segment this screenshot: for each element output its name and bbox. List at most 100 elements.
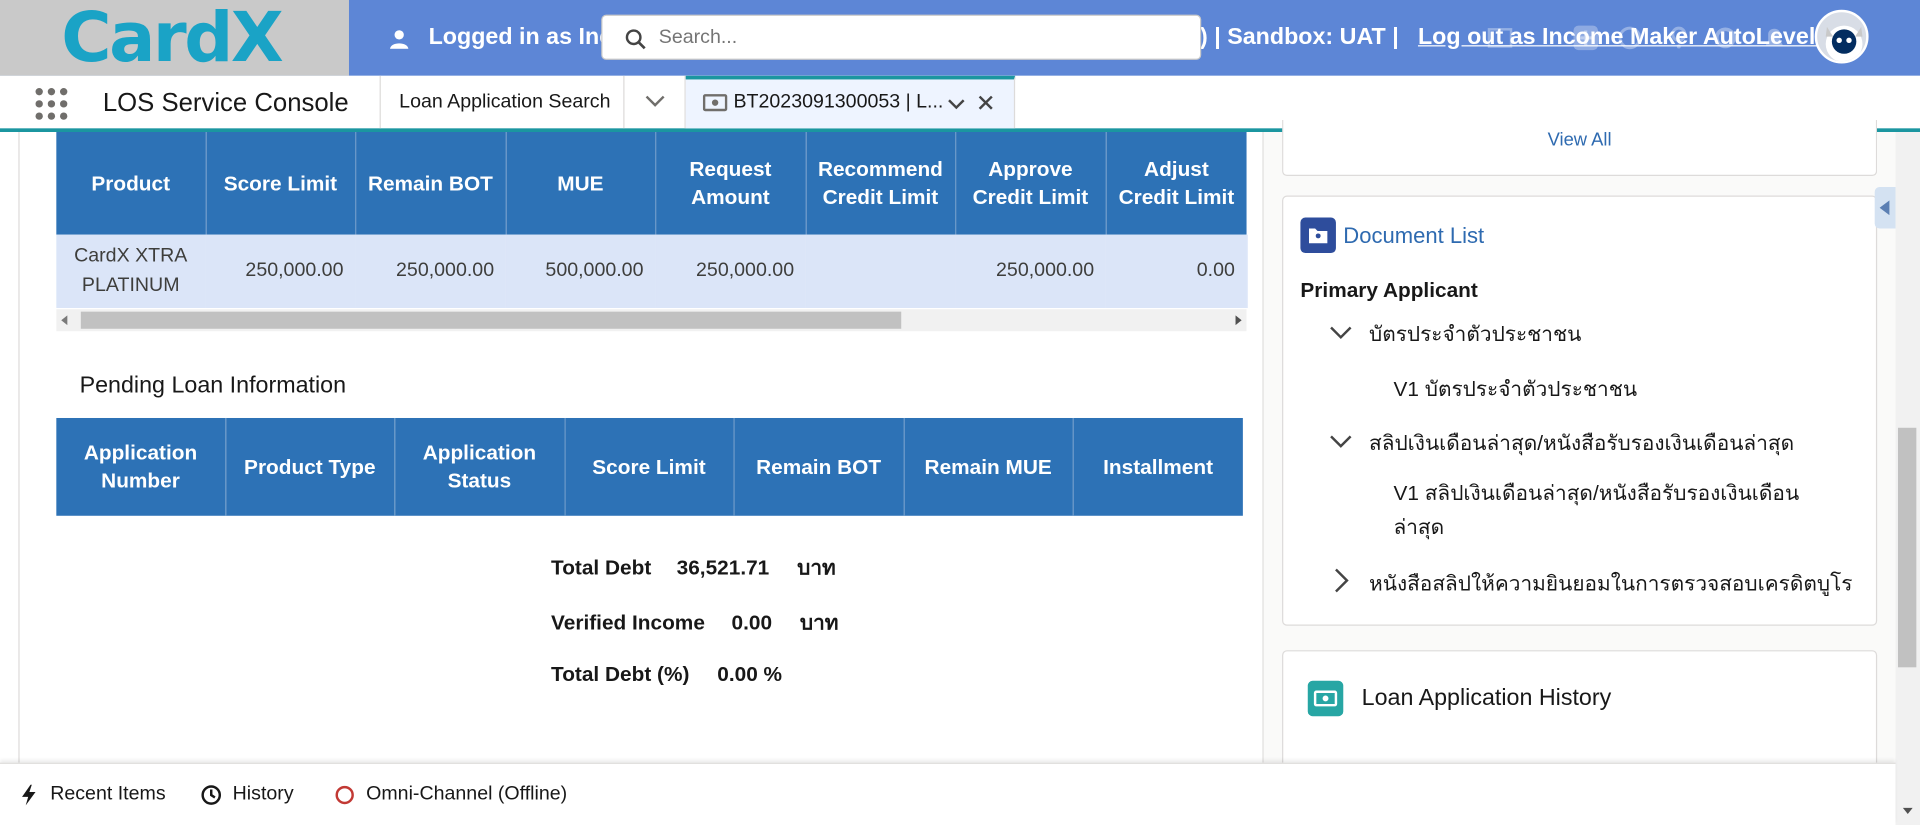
table-row: CardX XTRA PLATINUM 250,000.00 250,000.0… — [56, 234, 1248, 308]
loan-application-history-title[interactable]: Loan Application History — [1362, 686, 1612, 713]
column-header[interactable]: Score Limit — [205, 131, 356, 235]
product-cell: CardX XTRA PLATINUM — [56, 234, 207, 308]
total-debt-pct-label: Total Debt (%) — [551, 662, 690, 686]
document-list-card: Document List Primary Applicant บัตรประจ… — [1282, 195, 1878, 626]
global-header: CardX Logged in as Inc ) | Sandbox: UAT … — [0, 0, 1920, 76]
nav-menu-dropdown[interactable] — [624, 75, 686, 129]
total-debt-row: Total Debt 36,521.71 บาท — [551, 551, 836, 584]
scrollbar-thumb[interactable] — [1897, 427, 1917, 668]
astro-avatar-icon — [1825, 25, 1863, 62]
verified-income-label: Verified Income — [551, 611, 705, 635]
table-header-row: Application Number Product Type Applicat… — [56, 417, 1243, 516]
global-search[interactable] — [601, 14, 1202, 60]
primary-applicant-heading: Primary Applicant — [1300, 278, 1478, 302]
related-list-card: View All — [1282, 119, 1878, 176]
column-header[interactable]: Approve Credit Limit — [955, 131, 1107, 235]
user-icon — [390, 30, 409, 49]
horizontal-scrollbar[interactable] — [56, 309, 1247, 332]
history-button[interactable]: History — [233, 783, 294, 805]
total-debt-unit: บาท — [797, 556, 836, 580]
search-icon — [625, 29, 646, 50]
recommend-credit-limit-cell — [805, 234, 956, 308]
approve-credit-limit-cell: 250,000.00 — [955, 234, 1107, 308]
setup-gear-icon[interactable] — [1712, 24, 1739, 51]
scroll-right-arrow-icon[interactable] — [1235, 315, 1242, 326]
lightning-bolt-icon — [22, 784, 36, 806]
remain-bot-cell: 250,000.00 — [355, 234, 507, 308]
vertical-scrollbar[interactable] — [1895, 131, 1920, 825]
total-debt-pct-row: Total Debt (%) 0.00 % — [551, 662, 782, 686]
doc-group-credit-bureau-consent[interactable]: หนังสือสลิปให้ความยินยอมในการตรวจสอบเครด… — [1369, 567, 1852, 600]
chevron-right-icon[interactable] — [1332, 568, 1349, 593]
column-header[interactable]: Installment — [1072, 417, 1243, 516]
score-limit-cell: 250,000.00 — [205, 234, 356, 308]
add-icon[interactable] — [1572, 24, 1599, 51]
mue-cell: 500,000.00 — [505, 234, 656, 308]
chevron-down-icon — [645, 95, 665, 107]
logo-area: CardX — [0, 0, 349, 76]
document-list-title[interactable]: Document List — [1343, 224, 1484, 250]
view-all-link[interactable]: View All — [1283, 130, 1876, 151]
right-sidebar: View All Document List Primary Applicant… — [1263, 119, 1896, 797]
user-avatar[interactable] — [1814, 9, 1869, 64]
table-header-row: Product Score Limit Remain BOT MUE Reque… — [56, 131, 1247, 235]
verified-income-value: 0.00 — [731, 611, 773, 635]
recent-items-button[interactable]: Recent Items — [50, 783, 165, 805]
column-header[interactable]: Remain MUE — [903, 417, 1074, 516]
tab-loan-application-record[interactable]: BT2023091300053 | L... — [685, 75, 1016, 129]
notifications-bell-icon[interactable] — [1761, 24, 1788, 51]
app-launcher-icon[interactable] — [34, 87, 68, 121]
column-header[interactable]: Application Status — [394, 417, 566, 516]
doc-group-salary-slip[interactable]: สลิปเงินเดือนล่าสุด/หนังสือรับรองเงินเดื… — [1369, 427, 1794, 460]
total-debt-value: 36,521.71 — [676, 556, 770, 580]
document-list-icon — [1300, 217, 1336, 253]
utility-bar: Recent Items History Omni-Channel (Offli… — [0, 762, 1896, 825]
column-header[interactable]: Score Limit — [564, 417, 735, 516]
favorites-icon[interactable] — [1487, 24, 1514, 51]
trailhead-icon[interactable] — [1616, 24, 1643, 51]
total-debt-label: Total Debt — [551, 556, 652, 580]
search-input[interactable] — [658, 23, 1174, 53]
logged-in-as-text: Logged in as Inc — [428, 24, 613, 51]
verified-income-row: Verified Income 0.00 บาท — [551, 606, 838, 639]
sandbox-text: ) | Sandbox: UAT | — [1200, 24, 1399, 51]
column-header[interactable]: Remain BOT — [355, 131, 507, 235]
column-header[interactable]: Request Amount — [655, 131, 807, 235]
column-header[interactable]: Application Number — [56, 417, 226, 516]
credit-limit-panel: Product Score Limit Remain BOT MUE Reque… — [18, 131, 1264, 763]
verified-income-unit: บาท — [799, 611, 839, 635]
scroll-left-arrow-icon[interactable] — [61, 315, 68, 326]
money-icon — [1307, 680, 1344, 717]
column-header[interactable]: Product Type — [225, 417, 395, 516]
omni-channel-button[interactable]: Omni-Channel (Offline) — [366, 783, 567, 805]
doc-item-national-id-v1[interactable]: V1 บัตรประจำตัวประชาชน — [1393, 373, 1637, 406]
clock-icon — [201, 785, 222, 805]
product-credit-table: Product Score Limit Remain BOT MUE Reque… — [56, 131, 1248, 308]
app-name: LOS Service Console — [102, 89, 349, 118]
chevron-down-icon[interactable] — [1330, 433, 1352, 450]
scrollbar-thumb[interactable] — [80, 311, 902, 329]
request-amount-cell: 250,000.00 — [655, 234, 807, 308]
doc-item-salary-slip-v1[interactable]: V1 สลิปเงินเดือนล่าสุด/หนังสือรับรองเงิน… — [1393, 477, 1846, 545]
total-debt-pct-value: 0.00 % — [717, 662, 783, 686]
chevron-down-icon[interactable] — [948, 95, 965, 112]
doc-group-national-id[interactable]: บัตรประจำตัวประชาชน — [1369, 318, 1581, 351]
cardx-logo: CardX — [61, 0, 284, 79]
offline-status-icon — [335, 785, 354, 805]
help-icon[interactable] — [1665, 24, 1692, 51]
close-icon[interactable] — [977, 94, 994, 111]
column-header[interactable]: Product — [56, 131, 207, 235]
pending-loan-title: Pending Loan Information — [79, 372, 347, 399]
panel-collapse-handle[interactable] — [1874, 186, 1896, 229]
pending-loan-table: Application Number Product Type Applicat… — [56, 417, 1243, 516]
money-icon — [702, 94, 728, 112]
tab-loan-application-search[interactable]: Loan Application Search — [379, 75, 625, 129]
scroll-down-arrow-icon[interactable] — [1902, 807, 1913, 814]
chevron-left-icon — [1879, 200, 1890, 216]
chevron-down-icon[interactable] — [1330, 324, 1352, 341]
column-header[interactable]: MUE — [505, 131, 656, 235]
column-header[interactable]: Remain BOT — [733, 417, 905, 516]
column-header[interactable]: Adjust Credit Limit — [1105, 131, 1247, 235]
column-header[interactable]: Recommend Credit Limit — [805, 131, 956, 235]
adjust-credit-limit-cell: 0.00 — [1105, 234, 1248, 308]
